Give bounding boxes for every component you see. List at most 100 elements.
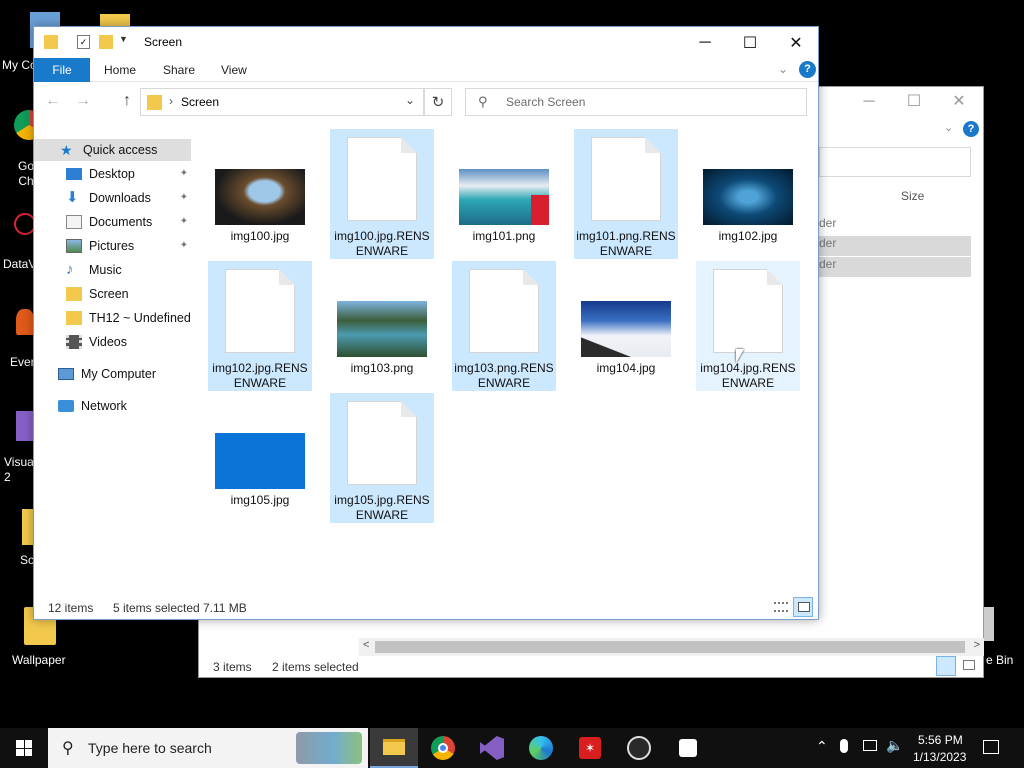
address-bar[interactable]: › Screen ⌄ bbox=[140, 88, 424, 116]
large-icons-view-button[interactable] bbox=[959, 656, 979, 676]
file-item[interactable]: img101.png.RENSENWARE bbox=[574, 129, 678, 259]
scrollbar-thumb[interactable] bbox=[375, 641, 965, 653]
file-item[interactable]: img102.jpg.RENSENWARE bbox=[208, 261, 312, 391]
taskbar-search-input[interactable]: ⚲ Type here to search bbox=[48, 728, 368, 768]
tab-share[interactable]: Share bbox=[163, 58, 195, 82]
breadcrumb[interactable]: Screen bbox=[181, 95, 219, 109]
file-name: img100.jpg.RENSENWARE bbox=[334, 229, 430, 258]
large-icons-view-button[interactable] bbox=[793, 597, 813, 617]
folder-icon bbox=[147, 95, 162, 110]
pin-icon[interactable]: ✦ bbox=[179, 240, 189, 252]
file-name: img104.jpg.RENSENWARE bbox=[700, 361, 796, 390]
desktop-icon-ever[interactable]: Ever bbox=[0, 305, 35, 375]
explorer-window[interactable]: ✓ ▼ Screen ─ ☐ ✕ File Home Share View ⌄ … bbox=[33, 26, 819, 620]
taskbar-pluto-tv[interactable] bbox=[664, 728, 712, 768]
pin-icon[interactable]: ✦ bbox=[179, 192, 189, 204]
horizontal-scrollbar[interactable]: < > bbox=[359, 638, 984, 656]
search-input[interactable] bbox=[819, 147, 971, 177]
taskbar-file-explorer[interactable] bbox=[370, 728, 418, 768]
file-item[interactable]: img101.png bbox=[452, 129, 556, 259]
desktop-icon-visual-studio[interactable]: Visua 2 bbox=[0, 405, 34, 485]
pin-icon[interactable]: ✦ bbox=[179, 216, 189, 228]
show-hidden-icons-chevron-icon[interactable]: ⌃ bbox=[816, 738, 828, 755]
file-item[interactable]: img104.jpg bbox=[574, 261, 678, 391]
document-icon bbox=[713, 269, 783, 353]
status-selected-size: 7.11 MB bbox=[203, 601, 247, 615]
close-button[interactable]: ✕ bbox=[944, 93, 974, 111]
properties-icon[interactable]: ✓ bbox=[77, 35, 90, 49]
close-button[interactable]: ✕ bbox=[773, 27, 819, 58]
microphone-icon[interactable] bbox=[840, 739, 848, 753]
file-item[interactable]: img100.jpg bbox=[208, 129, 312, 259]
file-item[interactable]: img103.png bbox=[330, 261, 434, 391]
sidebar-item-network[interactable]: Network bbox=[34, 395, 191, 417]
ribbon-expand-icon[interactable]: ⌄ bbox=[778, 62, 788, 76]
help-icon[interactable]: ? bbox=[799, 61, 816, 78]
taskbar-chrome[interactable] bbox=[419, 728, 467, 768]
file-item[interactable]: img102.jpg bbox=[696, 129, 800, 259]
column-size-header[interactable]: Size bbox=[901, 189, 924, 203]
maximize-button[interactable]: ☐ bbox=[899, 93, 929, 111]
network-status-icon[interactable] bbox=[863, 740, 877, 751]
desktop-icon-datav[interactable]: DataV bbox=[0, 205, 36, 275]
action-center-icon[interactable] bbox=[983, 740, 999, 754]
file-item[interactable]: img105.jpg.RENSENWARE bbox=[330, 393, 434, 523]
sidebar-item-my-computer[interactable]: My Computer bbox=[34, 363, 191, 385]
quick-access-dropdown-icon[interactable]: ▼ bbox=[119, 34, 128, 44]
details-view-button[interactable] bbox=[771, 597, 791, 617]
file-item[interactable]: img103.png.RENSENWARE bbox=[452, 261, 556, 391]
forward-arrow-icon[interactable]: → bbox=[72, 89, 94, 113]
sidebar-item-screen[interactable]: Screen bbox=[34, 283, 191, 305]
sidebar-item-th12[interactable]: TH12 ~ Undefined F bbox=[34, 307, 191, 329]
minimize-button[interactable]: ─ bbox=[682, 27, 728, 58]
list-item[interactable]: der bbox=[819, 216, 971, 236]
sidebar-item-quick-access[interactable]: ★ Quick access bbox=[34, 139, 191, 161]
pin-icon[interactable]: ✦ bbox=[179, 168, 189, 180]
sidebar-item-desktop[interactable]: Desktop ✦ bbox=[34, 163, 191, 185]
clock-date[interactable]: 1/13/2023 bbox=[913, 750, 966, 764]
desktop-icon-label: Ever bbox=[10, 355, 35, 369]
sidebar-item-music[interactable]: ♪ Music bbox=[34, 259, 191, 281]
scroll-right-arrow[interactable]: > bbox=[974, 639, 980, 651]
new-folder-icon[interactable] bbox=[99, 35, 113, 49]
chevron-down-icon[interactable]: ⌄ bbox=[405, 93, 415, 107]
desktop-icon bbox=[66, 168, 82, 180]
up-arrow-icon[interactable]: ↑ bbox=[116, 89, 138, 113]
minimize-button[interactable]: ─ bbox=[854, 93, 884, 111]
title-bar[interactable]: ✓ ▼ Screen ─ ☐ ✕ bbox=[34, 27, 818, 58]
tab-file[interactable]: File bbox=[34, 58, 90, 82]
window-title: Screen bbox=[144, 35, 183, 49]
sidebar-item-videos[interactable]: Videos bbox=[34, 331, 191, 353]
help-icon[interactable]: ? bbox=[963, 121, 979, 137]
desktop-icon-chrome[interactable]: Go Ch bbox=[0, 105, 44, 188]
sidebar-item-downloads[interactable]: ⬇ Downloads ✦ bbox=[34, 187, 191, 209]
file-item[interactable]: img100.jpg.RENSENWARE bbox=[330, 129, 434, 259]
search-input[interactable]: ⚲ Search Screen bbox=[465, 88, 807, 116]
back-arrow-icon[interactable]: ← bbox=[42, 89, 64, 113]
taskbar-obs[interactable] bbox=[615, 728, 663, 768]
file-item[interactable]: img104.jpg.RENSENWARE bbox=[696, 261, 800, 391]
sidebar-item-pictures[interactable]: Pictures ✦ bbox=[34, 235, 191, 257]
desktop-icon-screen-folder[interactable]: Sc bbox=[0, 505, 34, 575]
list-item[interactable]: der bbox=[819, 257, 971, 277]
volume-icon[interactable]: 🔈 bbox=[886, 737, 903, 754]
tab-home[interactable]: Home bbox=[104, 58, 136, 82]
details-view-button[interactable] bbox=[936, 656, 956, 676]
large-icons-icon bbox=[963, 660, 975, 670]
clock-time[interactable]: 5:56 PM bbox=[918, 733, 963, 747]
taskbar-visual-studio[interactable] bbox=[468, 728, 516, 768]
ribbon-expand-icon[interactable]: ⌄ bbox=[944, 121, 953, 134]
windows-logo-icon bbox=[16, 740, 32, 756]
maximize-button[interactable]: ☐ bbox=[727, 27, 773, 58]
start-button[interactable] bbox=[0, 728, 48, 768]
file-item[interactable]: img105.jpg bbox=[208, 393, 312, 523]
recycle-bin-icon bbox=[984, 607, 994, 641]
taskbar-acrobat[interactable]: ✶ bbox=[566, 728, 614, 768]
scroll-left-arrow[interactable]: < bbox=[363, 639, 369, 651]
sidebar-item-documents[interactable]: Documents ✦ bbox=[34, 211, 191, 233]
tab-view[interactable]: View bbox=[221, 58, 247, 82]
desktop-icon-recycle-bin[interactable]: e Bin bbox=[984, 605, 1024, 670]
list-item[interactable]: der bbox=[819, 236, 971, 256]
refresh-button[interactable]: ↻ bbox=[424, 88, 452, 116]
taskbar-edge[interactable] bbox=[517, 728, 565, 768]
